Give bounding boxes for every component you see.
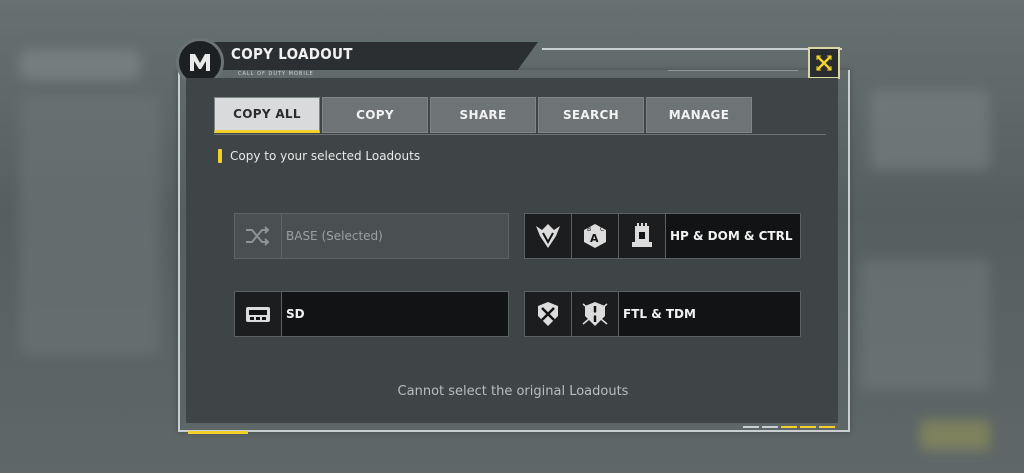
tab-manage[interactable]: MANAGE xyxy=(646,97,752,133)
search-and-destroy-mode-icon xyxy=(235,292,282,336)
team-deathmatch-mode-icon xyxy=(572,292,619,336)
frame-thin-line xyxy=(668,70,798,71)
loadout-label: HP & DOM & CTRL xyxy=(670,229,793,243)
loadout-label: SD xyxy=(286,307,305,321)
svg-text:A: A xyxy=(590,232,599,245)
loadout-slot-hp-dom-ctrl[interactable]: AB C HP & DOM & CTRL xyxy=(524,213,801,259)
dialog-subtitle: CALL OF DUTY MOBILE xyxy=(238,71,314,77)
loadout-slot-ftl-tdm[interactable]: FTL & TDM xyxy=(524,291,801,337)
tab-search[interactable]: SEARCH xyxy=(538,97,644,133)
loadout-label: FTL & TDM xyxy=(623,307,696,321)
frame-top-line xyxy=(542,48,842,50)
hardpoint-mode-icon xyxy=(525,214,572,258)
svg-text:C: C xyxy=(600,226,604,233)
shuffle-icon xyxy=(235,214,282,258)
close-x-icon xyxy=(816,55,832,71)
svg-text:B: B xyxy=(587,226,591,233)
tab-share[interactable]: SHARE xyxy=(430,97,536,133)
tab-copy-all[interactable]: COPY ALL xyxy=(214,97,320,133)
loadout-slot-sd[interactable]: SD xyxy=(234,291,509,337)
tab-divider xyxy=(214,134,826,135)
control-mode-icon xyxy=(619,214,666,258)
domination-mode-icon: AB C xyxy=(572,214,619,258)
frontline-mode-icon xyxy=(525,292,572,336)
tab-bar: COPY ALL COPY SHARE SEARCH MANAGE xyxy=(214,97,752,133)
frame-accent xyxy=(188,431,248,434)
dialog-title: COPY LOADOUT xyxy=(231,45,353,63)
section-heading: Copy to your selected Loadouts xyxy=(218,149,420,163)
section-marker xyxy=(218,149,222,163)
section-label: Copy to your selected Loadouts xyxy=(230,149,421,163)
close-button[interactable] xyxy=(808,47,840,79)
tab-copy[interactable]: COPY xyxy=(322,97,428,133)
copy-loadout-dialog: COPY LOADOUT CALL OF DUTY MOBILE COPY AL… xyxy=(176,38,850,434)
notice-text: Cannot select the original Loadouts xyxy=(397,384,629,399)
frame-decoration xyxy=(743,426,835,428)
loadout-label: BASE (Selected) xyxy=(286,229,383,243)
loadout-slot-base: BASE (Selected) xyxy=(234,213,509,259)
